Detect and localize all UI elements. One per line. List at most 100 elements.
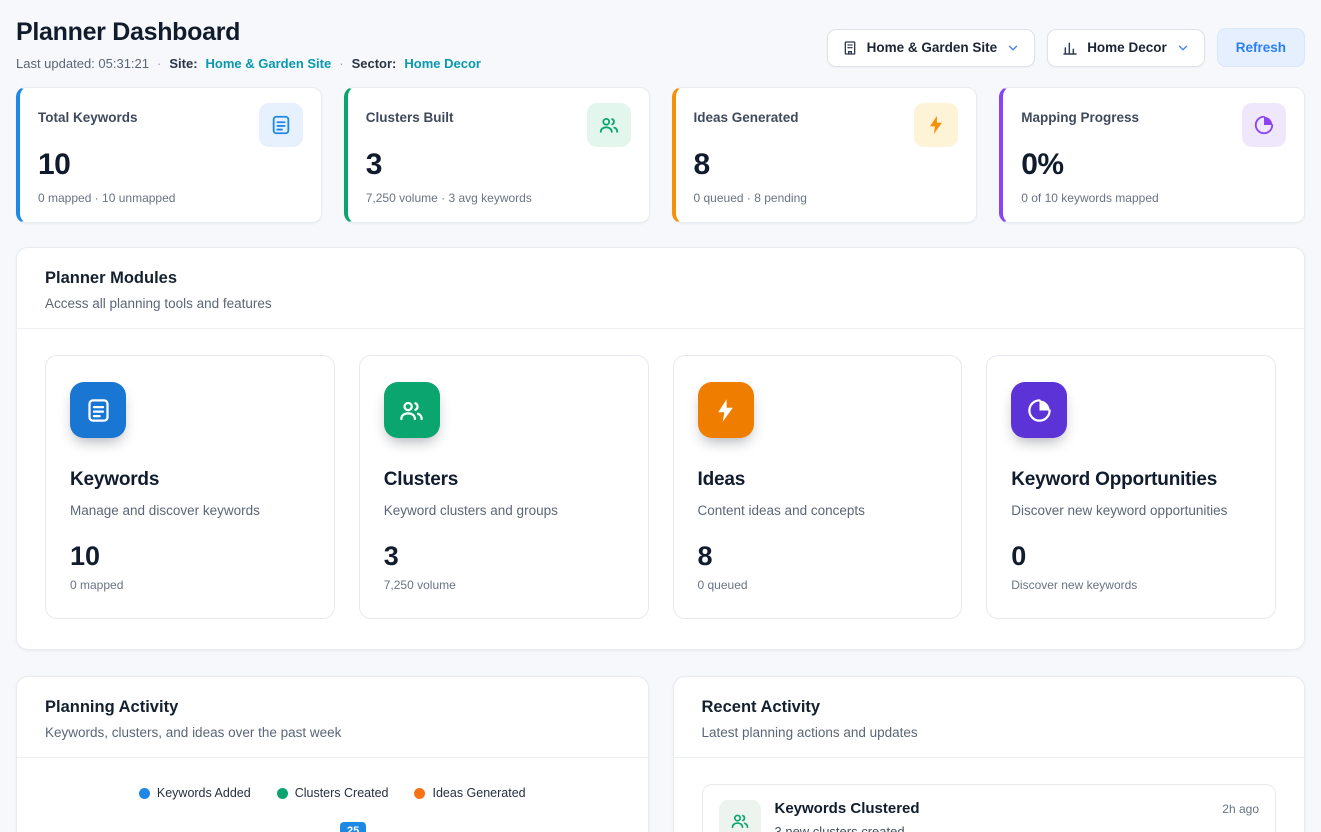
page-title: Planner Dashboard <box>16 18 481 47</box>
modules-panel-header: Planner Modules Access all planning tool… <box>17 248 1304 329</box>
module-title: Clusters <box>384 469 624 491</box>
site-selector[interactable]: Home & Garden Site <box>827 29 1036 67</box>
recent-activity-header: Recent Activity Latest planning actions … <box>674 677 1305 758</box>
site-label: Site: <box>169 56 197 71</box>
stat-card-ideas-generated: Ideas Generated 8 0 queued · 8 pending <box>672 87 978 223</box>
legend-label: Ideas Generated <box>432 786 525 800</box>
stat-detail: 0 mapped · 10 unmapped <box>38 191 303 205</box>
planning-activity-panel: Planning Activity Keywords, clusters, an… <box>16 676 649 832</box>
legend-item-keywords-added: Keywords Added <box>139 786 251 800</box>
users-icon <box>719 800 761 832</box>
lightning-icon <box>925 114 947 136</box>
module-value: 3 <box>384 541 624 572</box>
module-title: Keyword Opportunities <box>1011 469 1251 491</box>
module-detail: 7,250 volume <box>384 578 624 592</box>
planner-modules-panel: Planner Modules Access all planning tool… <box>16 247 1305 650</box>
module-title: Ideas <box>698 469 938 491</box>
page-header: Planner Dashboard Last updated: 05:31:21… <box>16 18 1305 71</box>
pie-chart-icon <box>1011 382 1067 438</box>
pie-chart-icon <box>1253 114 1275 136</box>
stat-label: Mapping Progress <box>1021 110 1139 125</box>
legend-item-ideas-generated: Ideas Generated <box>414 786 525 800</box>
chevron-down-icon <box>1006 41 1020 55</box>
stat-icon-badge <box>1242 103 1286 147</box>
stat-card-clusters-built: Clusters Built 3 7,250 volume · 3 avg ke… <box>344 87 650 223</box>
stat-icon-badge <box>914 103 958 147</box>
stat-icon-badge <box>587 103 631 147</box>
sector-link[interactable]: Home Decor <box>404 56 481 71</box>
meta-separator: · <box>157 56 161 71</box>
building-icon <box>842 40 858 56</box>
module-value: 8 <box>698 541 938 572</box>
stat-value: 3 <box>366 148 631 182</box>
planning-activity-header: Planning Activity Keywords, clusters, an… <box>17 677 648 758</box>
modules-title: Planner Modules <box>45 269 1276 288</box>
stats-row: Total Keywords 10 0 mapped · 10 unmapped… <box>16 87 1305 223</box>
recent-activity-list: Keywords Clustered 3 new clusters create… <box>674 758 1305 832</box>
module-title: Keywords <box>70 469 310 491</box>
sector-selector-label: Home Decor <box>1087 40 1167 55</box>
legend-label: Clusters Created <box>295 786 389 800</box>
module-value: 0 <box>1011 541 1251 572</box>
users-icon <box>384 382 440 438</box>
site-selector-label: Home & Garden Site <box>867 40 998 55</box>
page-meta: Last updated: 05:31:21 · Site: Home & Ga… <box>16 56 481 71</box>
modules-subtitle: Access all planning tools and features <box>45 296 1276 311</box>
module-description: Keyword clusters and groups <box>384 503 624 518</box>
module-description: Discover new keyword opportunities <box>1011 503 1251 518</box>
recent-activity-title: Recent Activity <box>702 698 1277 717</box>
activity-line-chart: 25 25 24 <box>75 820 624 832</box>
recent-activity-panel: Recent Activity Latest planning actions … <box>673 676 1306 832</box>
users-icon <box>598 114 620 136</box>
header-left: Planner Dashboard Last updated: 05:31:21… <box>16 18 481 71</box>
activity-text: Keywords Clustered 3 new clusters create… <box>775 800 920 832</box>
recent-activity-subtitle: Latest planning actions and updates <box>702 725 1277 740</box>
module-description: Content ideas and concepts <box>698 503 938 518</box>
module-value: 10 <box>70 541 310 572</box>
stat-icon-badge <box>259 103 303 147</box>
stat-detail: 0 of 10 keywords mapped <box>1021 191 1286 205</box>
stat-card-total-keywords: Total Keywords 10 0 mapped · 10 unmapped <box>16 87 322 223</box>
site-link[interactable]: Home & Garden Site <box>206 56 332 71</box>
module-description: Manage and discover keywords <box>70 503 310 518</box>
bar-chart-icon <box>1062 40 1078 56</box>
stat-value: 8 <box>694 148 959 182</box>
activity-item-keywords-clustered[interactable]: Keywords Clustered 3 new clusters create… <box>702 784 1277 832</box>
modules-grid: Keywords Manage and discover keywords 10… <box>17 329 1304 649</box>
stat-detail: 7,250 volume · 3 avg keywords <box>366 191 631 205</box>
module-card-keywords[interactable]: Keywords Manage and discover keywords 10… <box>45 355 335 619</box>
planning-activity-title: Planning Activity <box>45 698 620 717</box>
module-card-clusters[interactable]: Clusters Keyword clusters and groups 3 7… <box>359 355 649 619</box>
legend-label: Keywords Added <box>157 786 251 800</box>
sector-label: Sector: <box>352 56 397 71</box>
meta-separator: · <box>339 56 343 71</box>
document-icon <box>70 382 126 438</box>
document-icon <box>270 114 292 136</box>
header-controls: Home & Garden Site Home Decor Refresh <box>827 28 1305 67</box>
chart-point-label: 25 <box>340 822 366 832</box>
refresh-button[interactable]: Refresh <box>1217 28 1305 67</box>
planning-activity-subtitle: Keywords, clusters, and ideas over the p… <box>45 725 620 740</box>
legend-item-clusters-created: Clusters Created <box>277 786 389 800</box>
activity-title: Keywords Clustered <box>775 800 920 817</box>
sector-selector[interactable]: Home Decor <box>1047 29 1205 67</box>
stat-value: 0% <box>1021 148 1286 182</box>
legend-dot <box>277 788 288 799</box>
last-updated-text: Last updated: 05:31:21 <box>16 56 149 71</box>
activity-timestamp: 2h ago <box>1222 800 1259 816</box>
module-detail: 0 queued <box>698 578 938 592</box>
module-detail: Discover new keywords <box>1011 578 1251 592</box>
stat-value: 10 <box>38 148 303 182</box>
module-card-keyword-opportunities[interactable]: Keyword Opportunities Discover new keywo… <box>986 355 1276 619</box>
chevron-down-icon <box>1176 41 1190 55</box>
legend-dot <box>139 788 150 799</box>
stat-card-mapping-progress: Mapping Progress 0% 0 of 10 keywords map… <box>999 87 1305 223</box>
bottom-row: Planning Activity Keywords, clusters, an… <box>16 676 1305 832</box>
planner-dashboard-page: Planner Dashboard Last updated: 05:31:21… <box>0 0 1321 832</box>
stat-label: Total Keywords <box>38 110 138 125</box>
stat-label: Ideas Generated <box>694 110 799 125</box>
chart-legend: Keywords Added Clusters Created Ideas Ge… <box>17 758 648 808</box>
module-detail: 0 mapped <box>70 578 310 592</box>
module-card-ideas[interactable]: Ideas Content ideas and concepts 8 0 que… <box>673 355 963 619</box>
lightning-icon <box>698 382 754 438</box>
